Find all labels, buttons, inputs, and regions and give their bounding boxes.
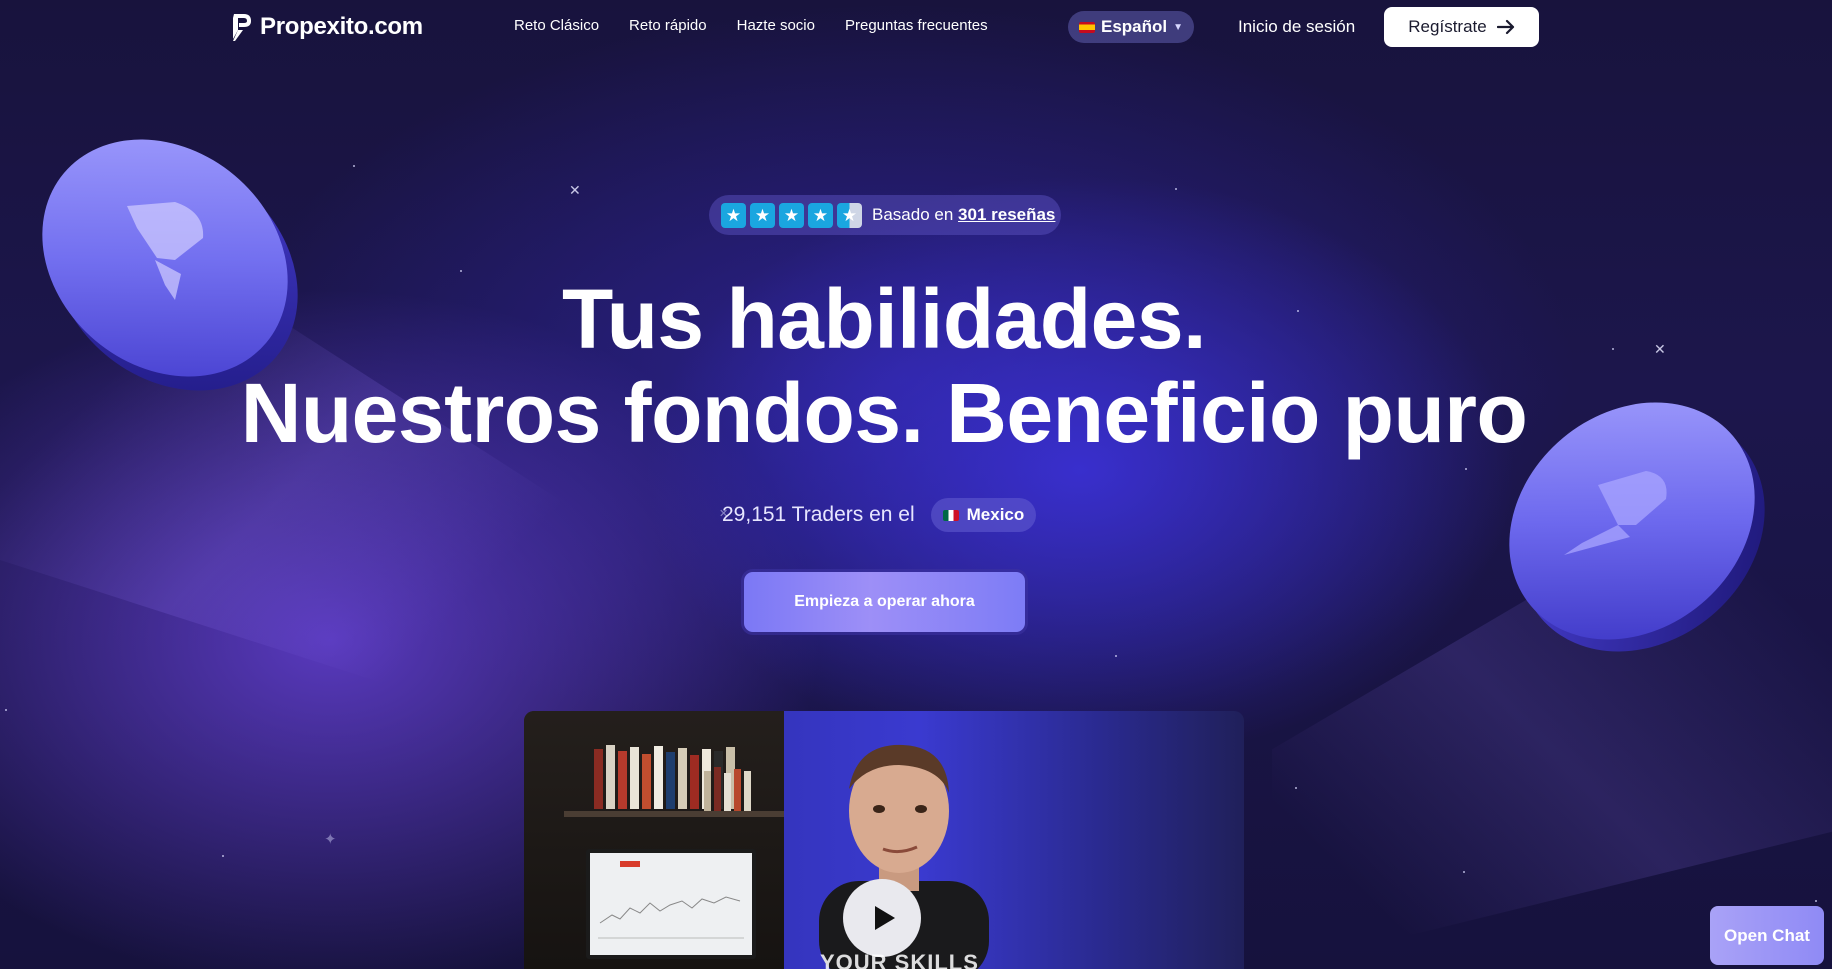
shelf-board	[564, 811, 784, 817]
star-dot	[222, 855, 224, 857]
mexico-flag-icon	[942, 509, 959, 521]
intro-video[interactable]: YOUR SKILLS	[524, 711, 1244, 969]
start-trading-button[interactable]: Empieza a operar ahora	[744, 572, 1025, 632]
country-badge[interactable]: Mexico	[930, 498, 1037, 532]
sparkle-icon: ✦	[324, 831, 337, 848]
rating-text: Basado en 301 reseñas	[872, 205, 1055, 225]
traders-text: 29,151 Traders en el	[722, 503, 915, 526]
nav-link-preguntas-frecuentes[interactable]: Preguntas frecuentes	[845, 17, 988, 34]
sparkle-icon: ✕	[569, 182, 581, 198]
monitor-chart-image	[586, 849, 756, 959]
language-selector[interactable]: Español ▼	[1068, 11, 1194, 43]
star-icon: ★	[750, 202, 775, 228]
nav-link-reto-clasico[interactable]: Reto Clásico	[514, 17, 599, 34]
star-icon: ★	[779, 202, 804, 228]
star-icon: ★	[808, 202, 833, 228]
logo-icon	[233, 14, 251, 41]
language-label: Español	[1100, 17, 1168, 36]
open-chat-button[interactable]: Open Chat	[1710, 906, 1824, 965]
traders-count: 29,151 Traders en el Mexico	[722, 498, 1037, 532]
star-dot	[1295, 787, 1297, 789]
country-label: Mexico	[966, 505, 1025, 524]
reviews-link[interactable]: 301 reseñas	[958, 205, 1055, 224]
rating-prefix: Basado en	[872, 205, 954, 224]
star-icon: ★	[721, 202, 746, 228]
star-dot	[1465, 468, 1467, 470]
star-dot	[1175, 188, 1177, 190]
nav-link-reto-rapido[interactable]: Reto rápido	[629, 17, 707, 34]
play-icon	[875, 906, 895, 930]
spain-flag-icon	[1078, 21, 1095, 33]
hero-headline: Tus habilidades. Nuestros fondos. Benefi…	[0, 272, 1768, 460]
books-decoration	[704, 766, 784, 811]
star-dot	[1115, 655, 1117, 657]
login-link[interactable]: Inicio de sesión	[1238, 17, 1355, 37]
star-dot	[1815, 900, 1817, 902]
top-navbar: Propexito.com Reto Clásico Reto rápido H…	[0, 0, 1832, 56]
headline-line-2: Nuestros fondos. Beneficio puro	[240, 366, 1528, 460]
cta-wrapper: Empieza a operar ahora	[741, 569, 1028, 635]
register-label: Regístrate	[1408, 17, 1487, 36]
main-nav: Reto Clásico Reto rápido Hazte socio Pre…	[514, 17, 988, 34]
star-dot	[5, 709, 7, 711]
star-dot	[353, 165, 355, 167]
half-star-icon: ★	[837, 202, 862, 228]
rating-badge: ★ ★ ★ ★ ★ Basado en 301 reseñas	[709, 195, 1061, 235]
logo[interactable]: Propexito.com	[230, 11, 423, 43]
logo-text: Propexito.com	[260, 13, 423, 40]
arrow-right-icon	[1496, 19, 1514, 35]
video-caption: YOUR SKILLS	[820, 950, 979, 969]
headline-line-1: Tus habilidades.	[562, 272, 1206, 366]
play-button[interactable]	[843, 879, 921, 957]
star-dot	[1463, 871, 1465, 873]
nav-link-hazte-socio[interactable]: Hazte socio	[737, 17, 815, 34]
chevron-down-icon: ▼	[1173, 21, 1184, 33]
register-button[interactable]: Regístrate	[1384, 7, 1539, 47]
